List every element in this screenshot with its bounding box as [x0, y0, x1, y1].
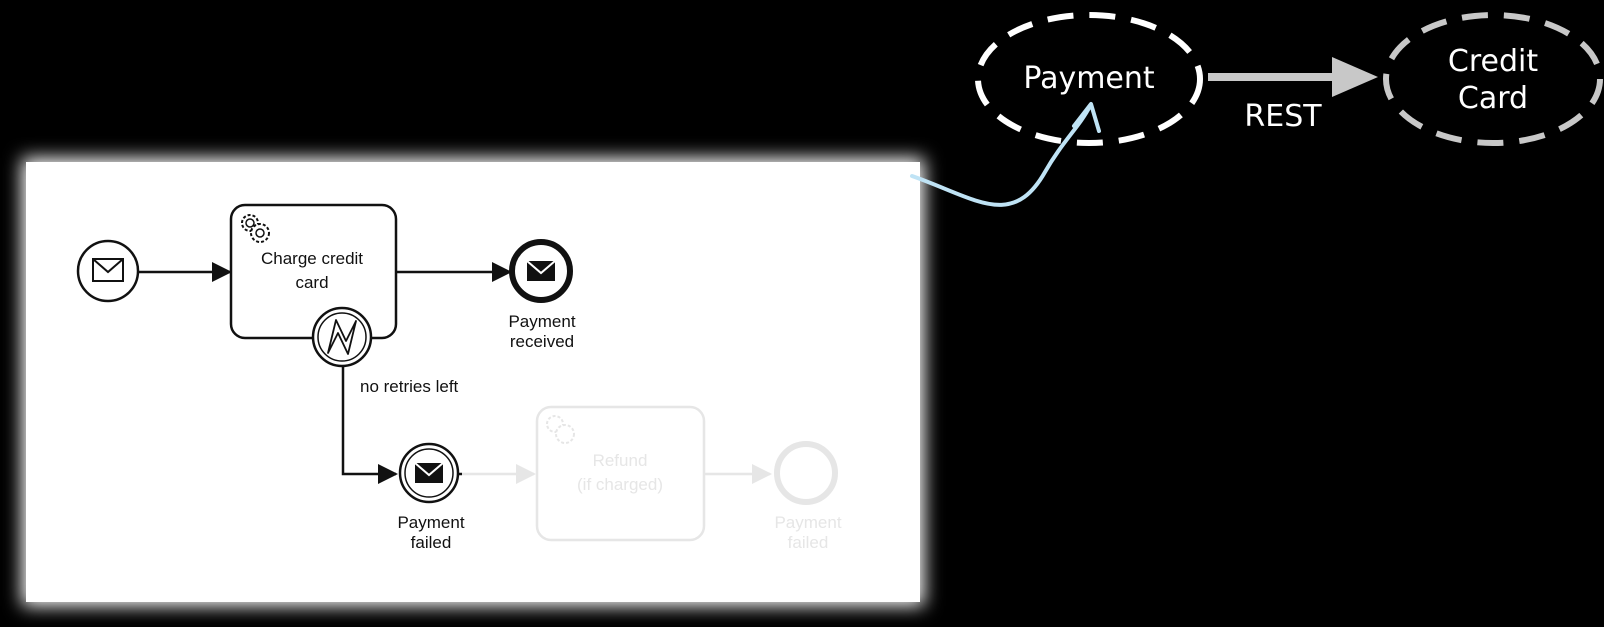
task-refund-label-line2: (if charged): [577, 475, 663, 494]
task-charge-credit-card: Charge credit card: [229, 203, 398, 340]
throw-event-payment-failed: [398, 442, 460, 504]
service-payment: Payment: [975, 12, 1203, 146]
message-start-event: [76, 239, 140, 303]
throw-failed-label-line1: Payment: [397, 513, 464, 532]
diagram-canvas: Charge credit card no retries left Payme…: [22, 12, 1603, 606]
end-event-payment-received: [509, 239, 573, 303]
boundary-error-event: [311, 306, 373, 368]
envelope-filled-icon: [414, 462, 444, 483]
task-charge-label-line2: card: [295, 273, 328, 292]
service-credit-card-line1: Credit: [1448, 44, 1538, 79]
rest-arrowhead: [1332, 57, 1378, 97]
end-received-label-line2: received: [510, 332, 574, 351]
bpmn-canvas: [26, 162, 920, 602]
service-credit-card-line2: Card: [1458, 81, 1528, 116]
task-refund-faded: Refund (if charged): [535, 405, 706, 542]
task-charge-label-line1: Charge credit: [261, 249, 363, 268]
architecture-slide: Charge credit card no retries left Payme…: [0, 0, 1604, 627]
service-credit-card: Credit Card: [1383, 12, 1603, 146]
end-failed-label-line1: Payment: [774, 513, 841, 532]
task-refund-label-line1: Refund: [593, 451, 648, 470]
service-payment-label: Payment: [1023, 61, 1155, 96]
envelope-filled-icon: [526, 260, 556, 281]
boundary-label: no retries left: [360, 377, 459, 396]
end-received-label-line1: Payment: [508, 312, 575, 331]
rest-label: REST: [1244, 99, 1322, 134]
end-failed-label-line2: failed: [788, 533, 829, 552]
end-event-payment-failed-faded: [774, 441, 838, 505]
envelope-icon: [92, 258, 124, 282]
throw-failed-label-line2: failed: [411, 533, 452, 552]
